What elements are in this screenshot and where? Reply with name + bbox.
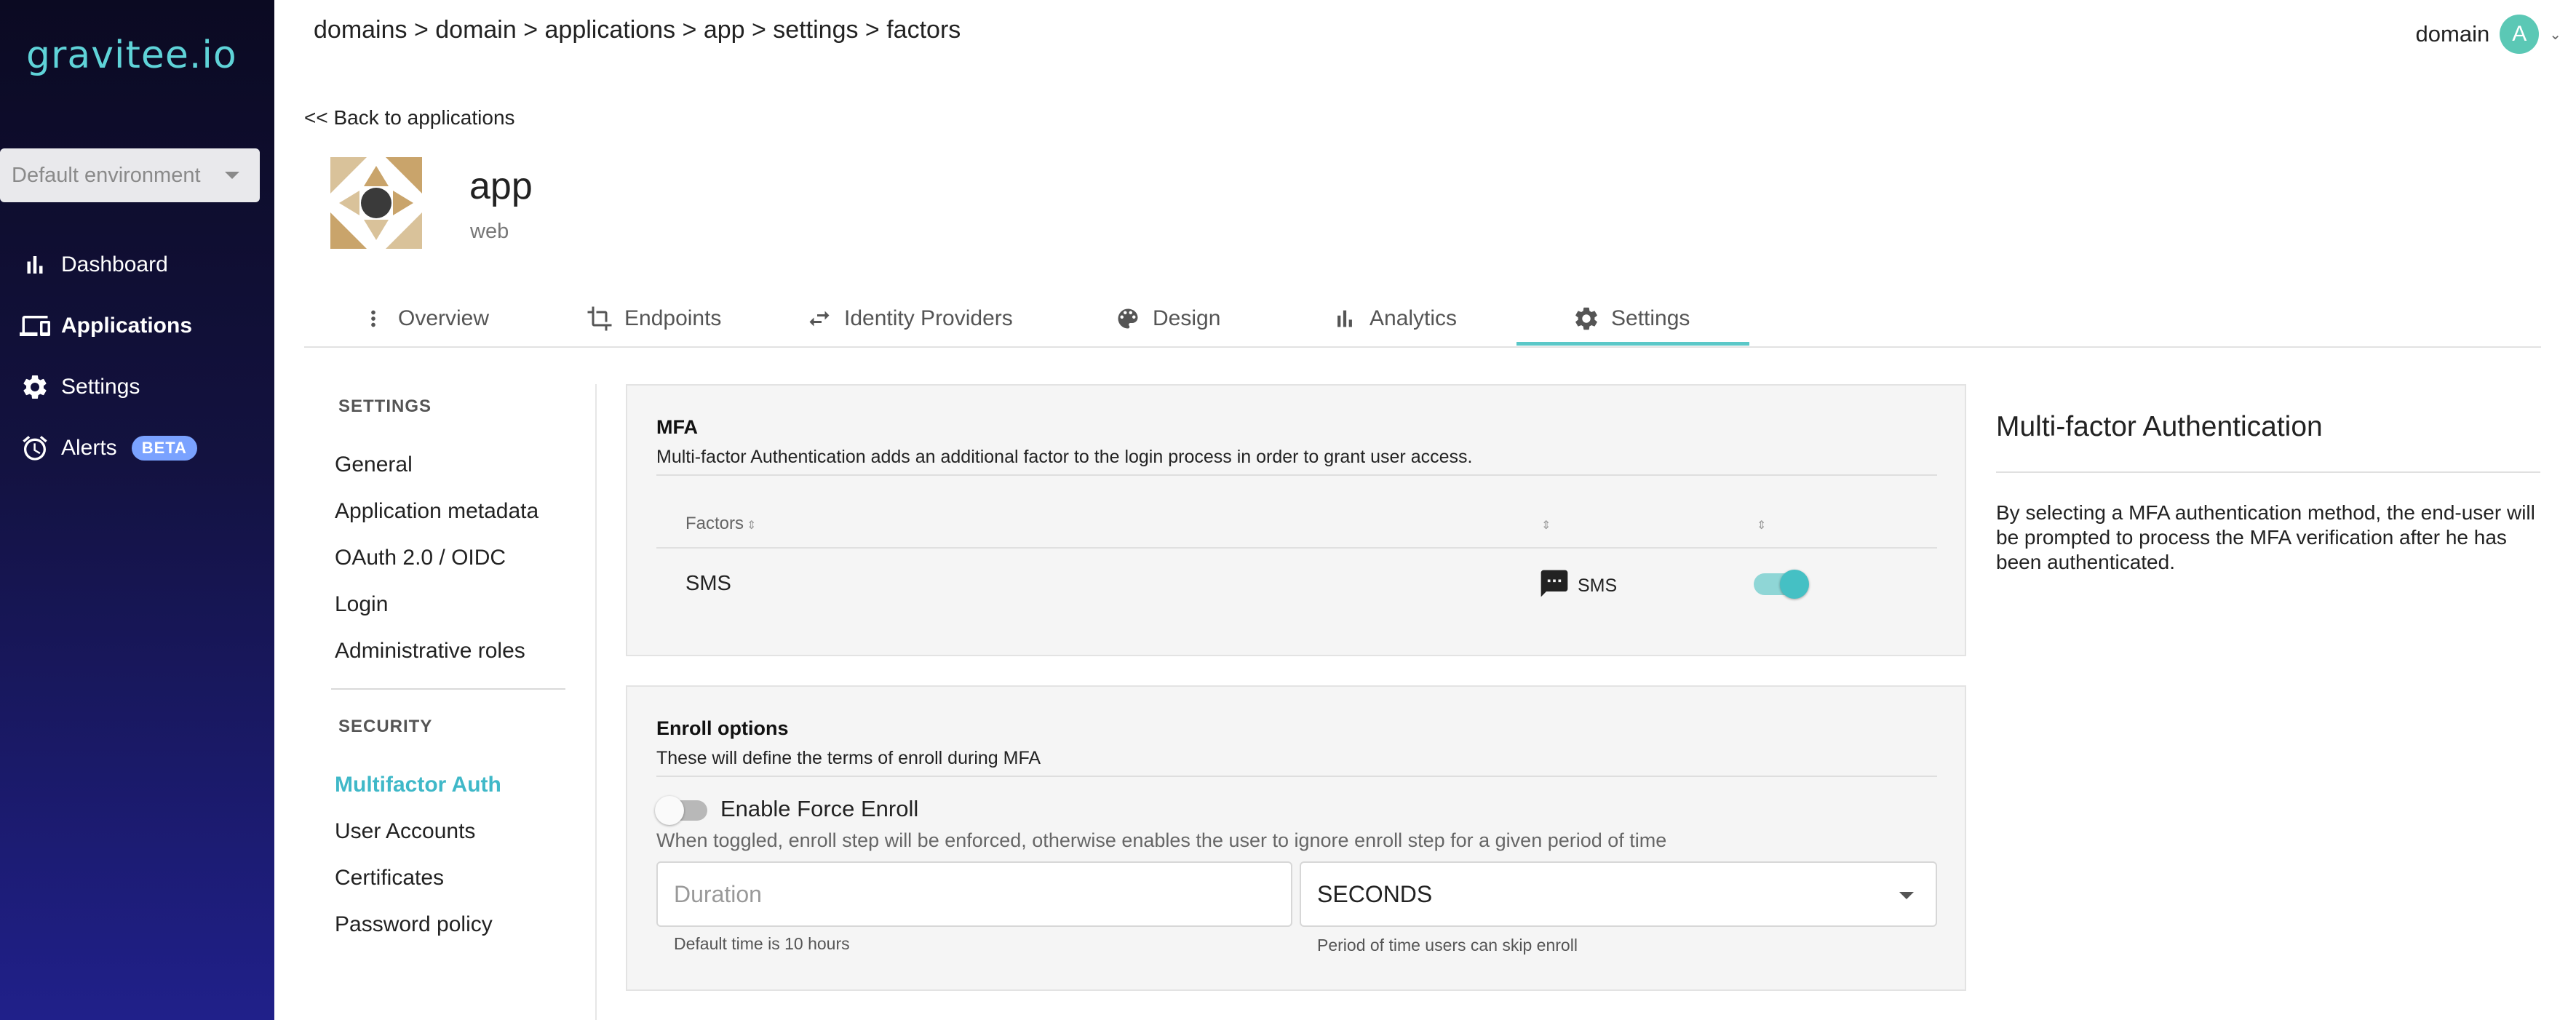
tab-label: Design	[1153, 306, 1221, 330]
subnav-user-accounts[interactable]: User Accounts	[335, 819, 475, 844]
breadcrumb: domains > domain > applications > app > …	[314, 16, 961, 44]
enroll-card-description: These will define the terms of enroll du…	[656, 748, 1041, 768]
gravitee-logo: gravitee.io	[26, 33, 237, 77]
palette-icon	[1113, 304, 1142, 333]
tab-label: Settings	[1611, 306, 1690, 330]
bar-chart-icon	[1330, 304, 1359, 333]
sidebar-item-settings[interactable]: Settings	[19, 371, 140, 403]
tab-endpoints[interactable]: Endpoints	[585, 290, 721, 348]
alarm-icon	[19, 432, 51, 464]
chevron-down-icon: ⌄	[2549, 26, 2561, 43]
app-tabs: Overview Endpoints Identity Providers De…	[304, 290, 2541, 348]
help-title: Multi-factor Authentication	[1996, 411, 2323, 442]
sidebar-item-label: Settings	[61, 375, 140, 399]
sidebar: gravitee.io Default environment Dashboar…	[0, 0, 274, 1020]
bar-chart-icon	[19, 249, 51, 281]
subnav-separator	[331, 688, 565, 690]
subnav-login[interactable]: Login	[335, 592, 388, 617]
force-enroll-label: Enable Force Enroll	[720, 796, 919, 821]
enroll-options-card: Enroll options These will define the ter…	[626, 685, 1966, 991]
subnav-general[interactable]: General	[335, 453, 413, 477]
sort-icon: ⇕	[1757, 519, 1767, 532]
duration-hint: Default time is 10 hours	[674, 934, 850, 953]
sidebar-item-dashboard[interactable]: Dashboard	[19, 249, 168, 281]
time-unit-value: SECONDS	[1317, 880, 1433, 907]
active-tab-indicator	[1516, 342, 1749, 346]
time-unit-hint: Period of time users can skip enroll	[1317, 936, 1578, 955]
sort-icon: ⇕	[1541, 519, 1551, 532]
toggle-knob	[1780, 570, 1809, 599]
chevron-down-icon	[1899, 892, 1914, 899]
sort-icon: ⇕	[747, 519, 757, 532]
duration-input[interactable]: Duration	[656, 861, 1292, 927]
table-header-divider	[656, 547, 1937, 549]
devices-icon	[19, 310, 51, 342]
tab-label: Overview	[398, 306, 490, 330]
force-enroll-help: When toggled, enroll step will be enforc…	[656, 829, 1667, 851]
subnav-oauth-oidc[interactable]: OAuth 2.0 / OIDC	[335, 546, 506, 570]
tab-design[interactable]: Design	[1113, 290, 1220, 348]
force-enroll-toggle[interactable]	[655, 796, 707, 825]
beta-badge: BETA	[131, 436, 197, 461]
duration-placeholder: Duration	[674, 880, 762, 907]
tab-analytics[interactable]: Analytics	[1330, 290, 1457, 348]
tab-label: Analytics	[1370, 306, 1458, 330]
mfa-card-title: MFA	[656, 416, 698, 438]
subnav-divider	[595, 384, 597, 1020]
sidebar-item-applications[interactable]: Applications	[19, 310, 192, 342]
tab-settings[interactable]: Settings	[1572, 290, 1690, 348]
sidebar-item-label: Applications	[61, 314, 193, 338]
sidebar-item-label: Dashboard	[61, 252, 168, 276]
subnav-application-metadata[interactable]: Application metadata	[335, 499, 538, 524]
divider	[656, 474, 1937, 476]
subnav-administrative-roles[interactable]: Administrative roles	[335, 639, 525, 664]
tab-identity-providers[interactable]: Identity Providers	[805, 290, 1013, 348]
factor-name: SMS	[685, 572, 731, 595]
environment-select[interactable]: Default environment	[0, 148, 260, 202]
tab-label: Identity Providers	[844, 306, 1013, 330]
more-vert-icon	[359, 304, 388, 333]
chevron-down-icon	[225, 172, 239, 179]
divider	[656, 776, 1937, 777]
mfa-card-description: Multi-factor Authentication adds an addi…	[656, 447, 1473, 467]
enroll-card-title: Enroll options	[656, 717, 789, 739]
user-menu[interactable]: domain A ⌄	[2416, 15, 2561, 54]
gear-icon	[19, 371, 51, 403]
status-column-header[interactable]: ⇕	[1754, 514, 1766, 534]
sidebar-item-alerts[interactable]: Alerts BETA	[19, 432, 197, 464]
app-name: app	[469, 165, 533, 207]
app-avatar	[325, 151, 428, 255]
avatar: A	[2500, 15, 2540, 54]
swap-icon	[805, 304, 834, 333]
factor-type-label: SMS	[1578, 575, 1618, 596]
subnav-certificates[interactable]: Certificates	[335, 866, 444, 890]
column-label: Factors	[685, 514, 744, 533]
user-name: domain	[2415, 21, 2490, 47]
tab-label: Endpoints	[624, 306, 722, 330]
subnav-multifactor-auth[interactable]: Multifactor Auth	[335, 773, 501, 797]
back-to-applications-link[interactable]: << Back to applications	[304, 106, 515, 130]
sidebar-item-label: Alerts	[61, 436, 117, 460]
settings-section-header: SETTINGS	[338, 397, 432, 416]
factor-enable-toggle[interactable]	[1754, 570, 1809, 599]
help-divider	[1996, 471, 2540, 473]
tab-overview[interactable]: Overview	[359, 290, 489, 348]
toggle-knob	[655, 796, 684, 825]
security-section-header: SECURITY	[338, 717, 433, 736]
time-unit-select[interactable]: SECONDS	[1300, 861, 1937, 927]
help-body: By selecting a MFA authentication method…	[1996, 501, 2535, 573]
mfa-card: MFA Multi-factor Authentication adds an …	[626, 384, 1966, 656]
environment-select-value: Default environment	[12, 163, 201, 187]
crop-icon	[585, 304, 614, 333]
subnav-password-policy[interactable]: Password policy	[335, 912, 493, 937]
gear-icon	[1572, 304, 1601, 333]
factors-column-header[interactable]: Factors ⇕	[685, 514, 756, 534]
app-type: web	[470, 220, 509, 243]
type-column-header[interactable]: ⇕	[1538, 514, 1551, 534]
factor-type: SMS	[1538, 567, 1617, 605]
sms-icon	[1538, 567, 1570, 605]
